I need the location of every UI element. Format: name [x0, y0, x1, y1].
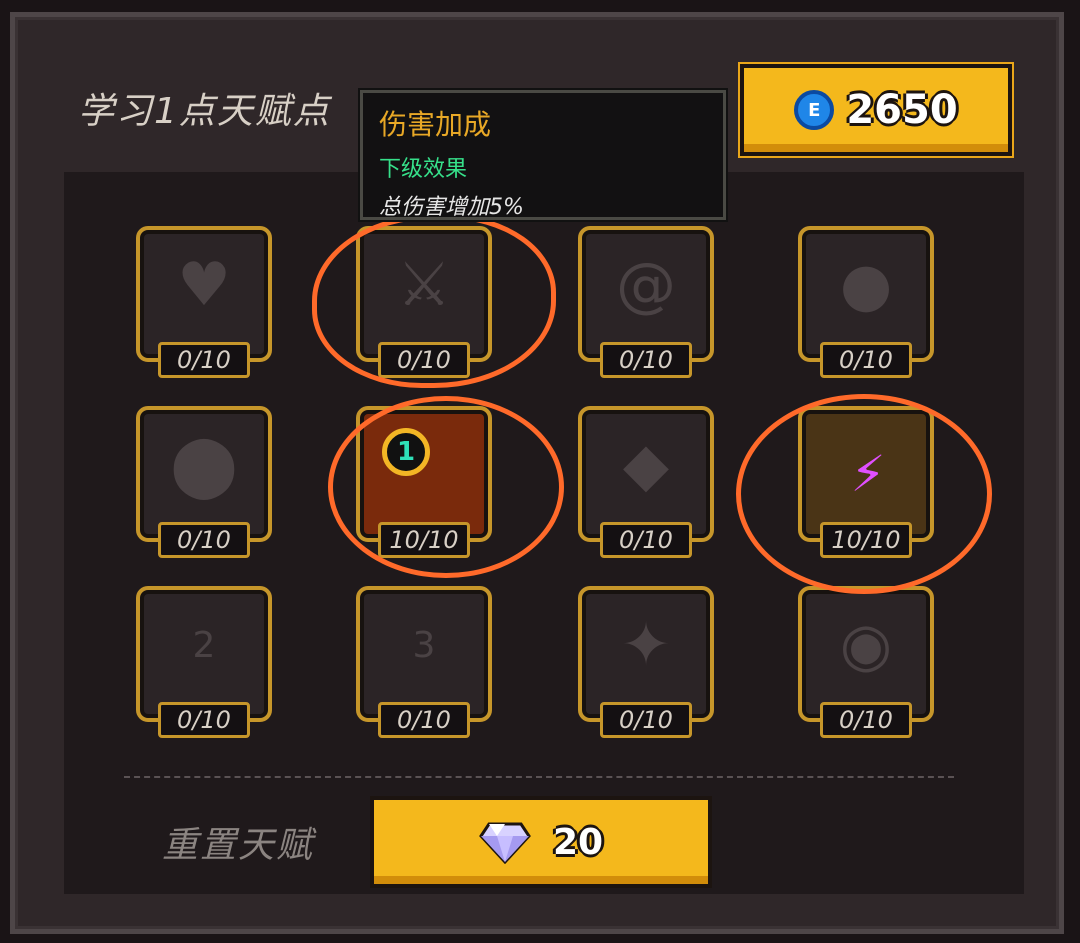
learn-talent-title: 学习1点天赋点 — [78, 91, 331, 132]
talent-count: 0/10 — [600, 702, 692, 738]
talent-count: 0/10 — [158, 702, 250, 738]
annotation-circle — [736, 394, 992, 594]
annotation-circle — [328, 396, 564, 578]
talent-tile-shield[interactable]: ◆ 0/10 — [578, 406, 714, 558]
talent-count: 0/10 — [820, 702, 912, 738]
drop-icon: ● — [839, 250, 893, 320]
talent-tile-heart[interactable]: ♥ 0/10 — [136, 226, 272, 378]
coin-amount: 2650 — [846, 87, 958, 133]
annotation-circle — [312, 214, 556, 388]
talent-count: 0/10 — [158, 522, 250, 558]
coin-icon: E — [794, 90, 835, 130]
talent-count: 0/10 — [820, 342, 912, 378]
talent-tooltip: 伤害加成 下级效果 总伤害增加5% — [360, 90, 726, 220]
talent-tile-bubbles[interactable]: ⬤ 0/10 — [136, 406, 272, 558]
coin-balance-button[interactable]: E 2650 — [740, 64, 1012, 156]
talent-count: 0/10 — [600, 522, 692, 558]
level-three-icon: 3 — [412, 624, 436, 666]
shield-icon: ◆ — [622, 430, 670, 500]
reset-talent-button[interactable]: 20 — [370, 796, 712, 888]
diamond-icon — [479, 822, 531, 864]
eye-icon: ◉ — [839, 610, 893, 680]
talent-count: 0/10 — [378, 702, 470, 738]
talent-tile-eye[interactable]: ◉ 0/10 — [798, 586, 934, 738]
talent-tile-sparkle[interactable]: ✦ 0/10 — [578, 586, 714, 738]
sparkle-icon: ✦ — [620, 610, 672, 680]
heart-icon: ♥ — [177, 250, 231, 320]
talent-tile-drop[interactable]: ● 0/10 — [798, 226, 934, 378]
gem-cost: 20 — [552, 821, 604, 863]
talent-count: 0/10 — [600, 342, 692, 378]
tooltip-title: 伤害加成 — [379, 108, 492, 141]
divider — [124, 776, 954, 778]
tooltip-description: 总伤害增加5% — [379, 195, 524, 220]
talent-tile-level-three[interactable]: 3 0/10 — [356, 586, 492, 738]
talent-tile-swirl[interactable]: @ 0/10 — [578, 226, 714, 378]
swirl-icon: @ — [616, 250, 676, 320]
talent-tile-level-two[interactable]: 2 0/10 — [136, 586, 272, 738]
reset-talent-label: 重置天赋 — [162, 825, 315, 866]
talent-count: 0/10 — [158, 342, 250, 378]
tooltip-subtitle: 下级效果 — [379, 157, 468, 182]
level-two-icon: 2 — [192, 624, 216, 666]
bubbles-icon: ⬤ — [170, 430, 238, 500]
